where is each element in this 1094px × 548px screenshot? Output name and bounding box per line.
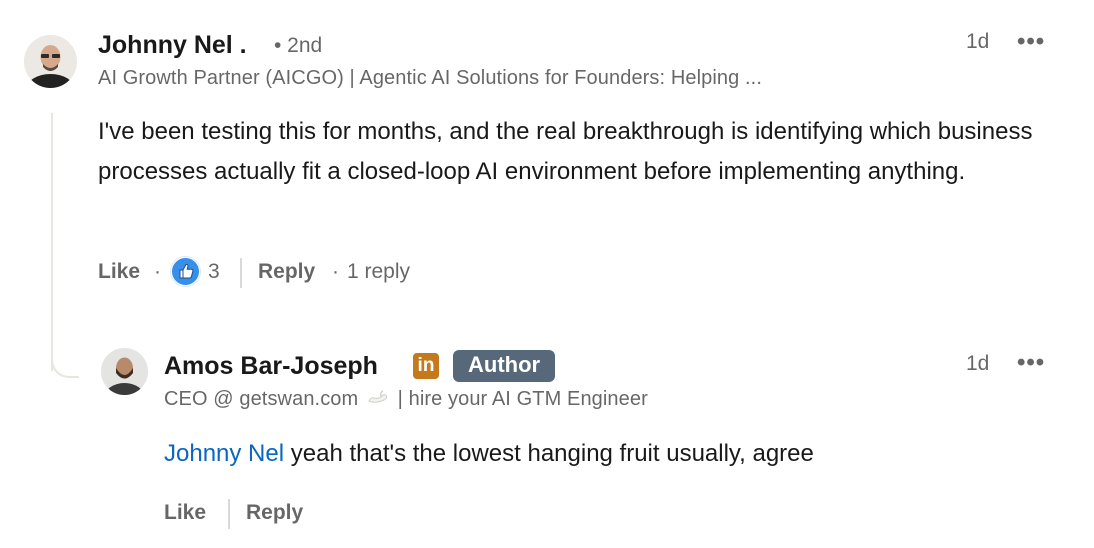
connection-degree: • 2nd [274, 34, 323, 57]
reply-text: Johnny Nel yeah that's the lowest hangin… [164, 434, 1064, 474]
separator-dot: · [154, 260, 161, 283]
action-divider [228, 499, 230, 529]
linkedin-icon: in [413, 353, 439, 379]
reaction-count[interactable]: 3 [208, 260, 220, 284]
comment-timestamp: 1d [966, 30, 990, 53]
commenter-headline: AI Growth Partner (AICGO) | Agentic AI S… [98, 67, 762, 89]
avatar-johnny[interactable] [24, 35, 77, 88]
reply-headline: CEO @ getswan.com | hire your AI GTM Eng… [164, 388, 648, 411]
reply-message: yeah that's the lowest hanging fruit usu… [284, 440, 814, 467]
like-thumbs-up-icon[interactable] [171, 257, 200, 286]
comment-text: I've been testing this for months, and t… [98, 118, 1033, 185]
reply-button[interactable]: Reply [258, 260, 315, 284]
thread-line [51, 113, 53, 371]
swan-icon [366, 388, 390, 411]
author-badge: Author [453, 350, 556, 382]
like-button[interactable]: Like [98, 260, 140, 284]
thread-connector [51, 350, 79, 378]
reply-headline-prefix: CEO @ getswan.com [164, 388, 359, 410]
reply-headline-suffix: | hire your AI GTM Engineer [397, 388, 648, 410]
more-options-icon[interactable]: ••• [1017, 351, 1045, 375]
mention-link[interactable]: Johnny Nel [164, 440, 284, 467]
reply-author-name[interactable]: Amos Bar-Joseph [164, 352, 378, 381]
commenter-name[interactable]: Johnny Nel . [98, 31, 247, 60]
avatar-amos[interactable] [101, 348, 148, 395]
more-options-icon[interactable]: ••• [1017, 30, 1045, 54]
reply-reply-button[interactable]: Reply [246, 501, 303, 525]
reply-timestamp: 1d [966, 352, 990, 375]
separator-dot: · [332, 260, 339, 283]
reply-count-link[interactable]: 1 reply [347, 260, 410, 284]
reply-like-button[interactable]: Like [164, 501, 206, 525]
action-divider [240, 258, 242, 288]
